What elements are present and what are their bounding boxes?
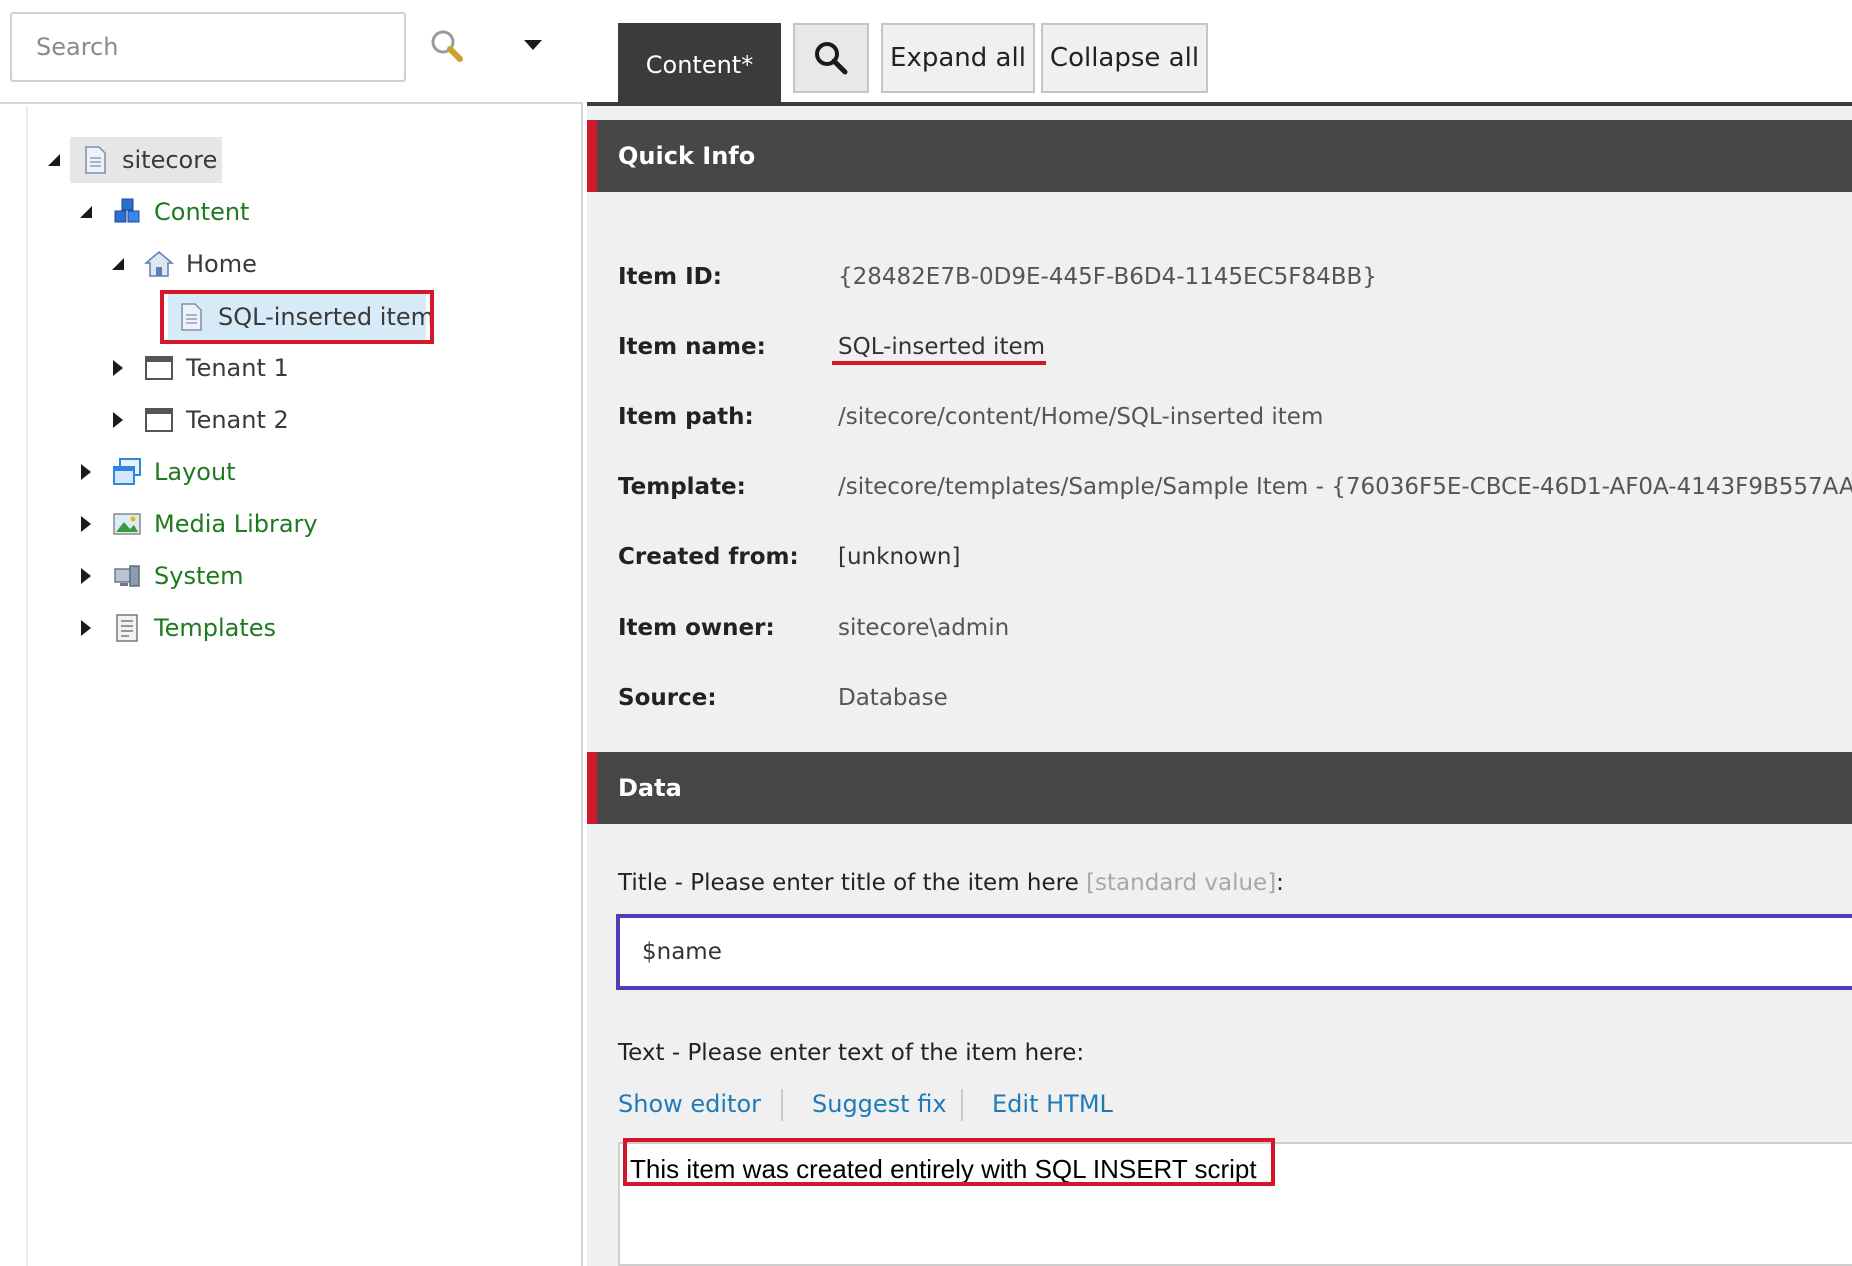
- home-icon: [143, 249, 175, 279]
- tree-node-label[interactable]: Tenant 1: [186, 354, 289, 382]
- collapse-triangle-icon[interactable]: [108, 254, 128, 274]
- tree-node-content[interactable]: Content: [0, 189, 300, 235]
- editor-pane: Content* Expand all Collapse all Quick I…: [587, 0, 1852, 1266]
- item-owner-label: Item owner:: [618, 615, 775, 641]
- tree-node-tenant-2[interactable]: Tenant 2: [0, 397, 300, 443]
- magnifier-icon: [815, 42, 848, 75]
- dropdown-arrow-icon[interactable]: [515, 30, 551, 60]
- tree-node-label[interactable]: Layout: [154, 458, 236, 486]
- tree-node-tenant-1[interactable]: Tenant 1: [0, 345, 300, 391]
- item-path-label: Item path:: [618, 404, 754, 430]
- section-title: Data: [618, 774, 682, 802]
- expand-triangle-icon[interactable]: [76, 514, 96, 534]
- rich-text-field[interactable]: This item was created entirely with SQL …: [618, 1142, 1852, 1266]
- source-label: Source:: [618, 685, 717, 711]
- content-cubes-icon: [112, 197, 142, 227]
- image-icon: [112, 509, 142, 539]
- tree-node-label[interactable]: Media Library: [154, 510, 318, 538]
- search-button[interactable]: [793, 23, 869, 93]
- created-from-value: [unknown]: [838, 544, 961, 570]
- section-title: Quick Info: [618, 142, 756, 170]
- tab-content[interactable]: Content*: [618, 23, 781, 106]
- highlight-underline: [832, 361, 1046, 365]
- link-separator: [961, 1089, 963, 1121]
- source-value: Database: [838, 685, 948, 711]
- show-editor-link[interactable]: Show editor: [618, 1090, 761, 1118]
- tree-node-label[interactable]: Home: [186, 250, 257, 278]
- tree-node-home[interactable]: Home: [0, 241, 300, 287]
- collapse-all-button[interactable]: Collapse all: [1041, 23, 1208, 93]
- tree-node-media-library[interactable]: Media Library: [0, 501, 340, 547]
- tree-node-sql-inserted-item[interactable]: SQL-inserted item: [0, 294, 440, 340]
- template-icon: [112, 613, 142, 643]
- title-field-label: Title - Please enter title of the item h…: [618, 870, 1284, 896]
- edit-html-link[interactable]: Edit HTML: [992, 1090, 1113, 1118]
- window-icon: [144, 353, 174, 383]
- tree-node-sitecore[interactable]: sitecore: [0, 137, 260, 183]
- tree-node-system[interactable]: System: [0, 553, 300, 599]
- item-path-value: /sitecore/content/Home/SQL-inserted item: [838, 404, 1324, 430]
- suggest-fix-link[interactable]: Suggest fix: [812, 1090, 947, 1118]
- rich-text-content: This item was created entirely with SQL …: [630, 1154, 1257, 1184]
- search-input[interactable]: [10, 12, 406, 82]
- layout-icon: [112, 457, 142, 487]
- template-label: Template:: [618, 474, 746, 500]
- item-id-value: {28482E7B-0D9E-445F-B6D4-1145EC5F84BB}: [838, 264, 1377, 290]
- expand-triangle-icon[interactable]: [76, 618, 96, 638]
- tree-node-layout[interactable]: Layout: [0, 449, 300, 495]
- expand-triangle-icon[interactable]: [76, 566, 96, 586]
- expand-triangle-icon[interactable]: [108, 410, 128, 430]
- item-owner-value: sitecore\admin: [838, 615, 1010, 641]
- title-input[interactable]: [616, 914, 1852, 990]
- content-tree-pane: sitecore Content Home: [0, 0, 583, 1266]
- tree-node-label[interactable]: Templates: [154, 614, 276, 642]
- system-icon: [112, 561, 142, 591]
- item-id-label: Item ID:: [618, 264, 722, 290]
- quick-info-header[interactable]: Quick Info: [587, 120, 1852, 192]
- standard-value-tag: [standard value]: [1086, 870, 1277, 896]
- tree-search-bar: [0, 0, 583, 104]
- created-from-label: Created from:: [618, 544, 799, 570]
- link-separator: [781, 1089, 783, 1121]
- window-icon: [144, 405, 174, 435]
- document-icon: [176, 302, 206, 332]
- toolbar-divider: [587, 102, 1852, 106]
- tree-node-label[interactable]: sitecore: [122, 146, 217, 174]
- tree-node-label[interactable]: Content: [154, 198, 249, 226]
- search-icon[interactable]: [425, 24, 471, 70]
- collapse-triangle-icon[interactable]: [44, 150, 64, 170]
- template-value[interactable]: /sitecore/templates/Sample/Sample Item -…: [838, 474, 1852, 500]
- expand-triangle-icon[interactable]: [76, 462, 96, 482]
- document-icon: [80, 145, 110, 175]
- tree-node-label[interactable]: Tenant 2: [186, 406, 289, 434]
- tree-node-templates[interactable]: Templates: [0, 605, 300, 651]
- tree-node-label[interactable]: System: [154, 562, 244, 590]
- title-label-text: Title - Please enter title of the item h…: [618, 870, 1087, 896]
- item-name-label: Item name:: [618, 334, 766, 360]
- text-field-label: Text - Please enter text of the item her…: [618, 1040, 1085, 1066]
- expand-triangle-icon[interactable]: [108, 358, 128, 378]
- item-name-value: SQL-inserted item: [838, 334, 1046, 360]
- data-section-header[interactable]: Data: [587, 752, 1852, 824]
- collapse-triangle-icon[interactable]: [76, 202, 96, 222]
- editor-toolbar: Content* Expand all Collapse all: [587, 0, 1852, 106]
- tree-node-label[interactable]: SQL-inserted item: [218, 303, 434, 331]
- title-label-colon: :: [1276, 870, 1284, 896]
- expand-all-button[interactable]: Expand all: [881, 23, 1035, 93]
